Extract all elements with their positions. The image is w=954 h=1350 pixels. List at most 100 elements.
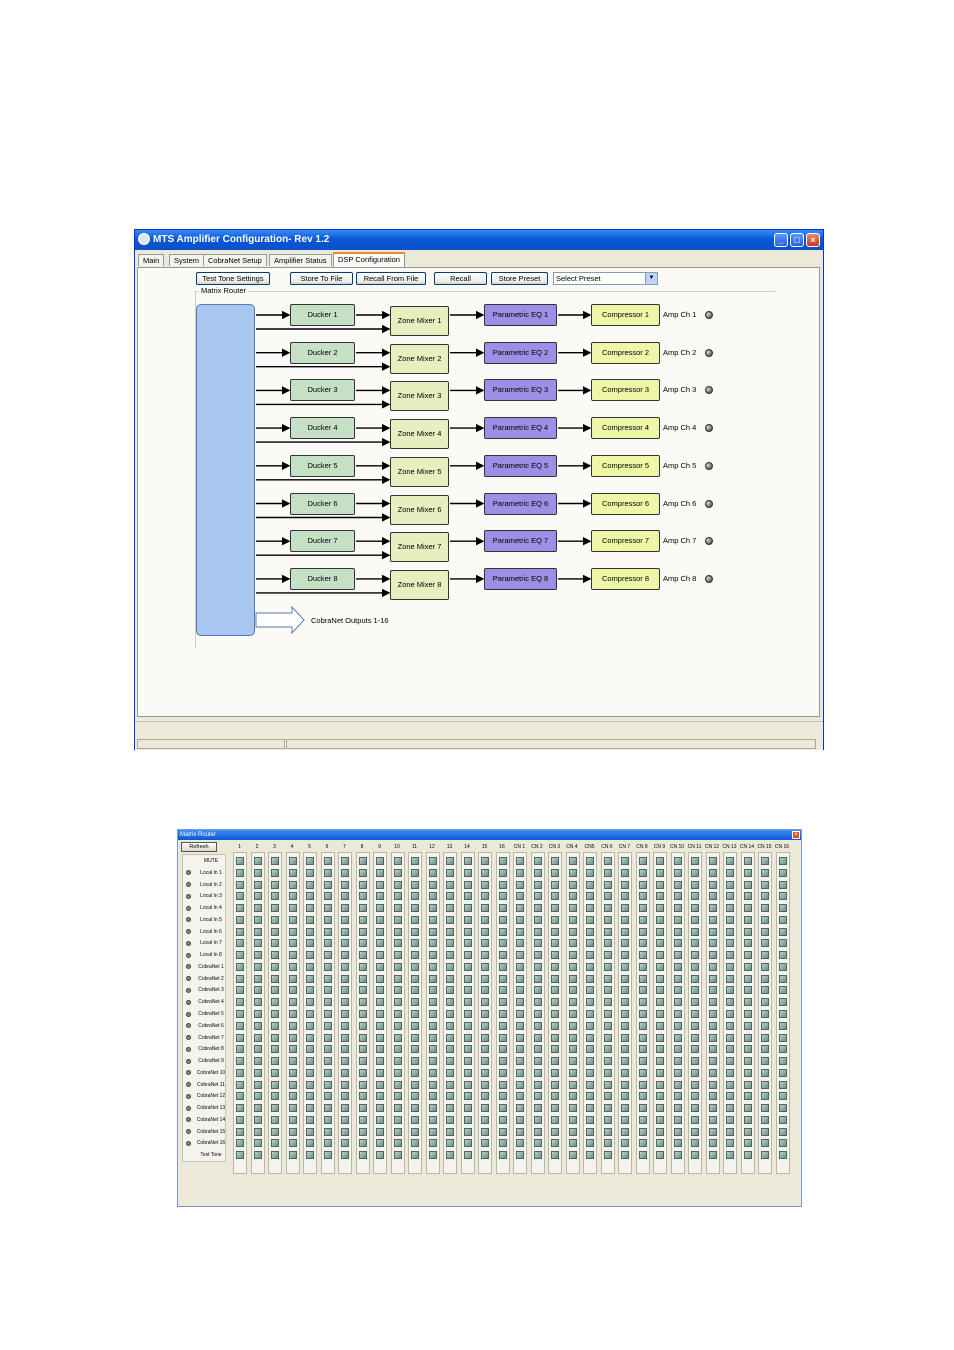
parametric-eq-block[interactable]: Parametric EQ 1 [484, 304, 557, 326]
matrix-crosspoint-button[interactable] [481, 974, 489, 983]
matrix-crosspoint-button[interactable] [586, 904, 594, 913]
matrix-crosspoint-button[interactable] [481, 1021, 489, 1030]
matrix-crosspoint-button[interactable] [481, 1139, 489, 1148]
matrix-crosspoint-button[interactable] [271, 1127, 279, 1136]
matrix-crosspoint-button[interactable] [778, 974, 787, 983]
matrix-crosspoint-button[interactable] [656, 951, 664, 960]
matrix-crosspoint-button[interactable] [376, 880, 384, 889]
matrix-crosspoint-button[interactable] [638, 1115, 647, 1124]
matrix-crosspoint-button[interactable] [358, 904, 367, 913]
matrix-crosspoint-button[interactable] [638, 1045, 647, 1054]
matrix-crosspoint-button[interactable] [393, 1115, 402, 1124]
matrix-crosspoint-button[interactable] [621, 986, 629, 995]
matrix-crosspoint-button[interactable] [516, 1021, 524, 1030]
matrix-crosspoint-button[interactable] [446, 868, 454, 877]
matrix-crosspoint-button[interactable] [551, 1010, 559, 1018]
matrix-crosspoint-button[interactable] [761, 986, 769, 995]
matrix-crosspoint-button[interactable] [236, 1021, 244, 1030]
matrix-crosspoint-button[interactable] [621, 1151, 629, 1160]
matrix-crosspoint-button[interactable] [376, 1068, 384, 1077]
matrix-crosspoint-button[interactable] [726, 892, 734, 901]
matrix-crosspoint-button[interactable] [358, 1045, 367, 1054]
matrix-crosspoint-button[interactable] [463, 1080, 472, 1089]
matrix-crosspoint-button[interactable] [376, 1127, 384, 1136]
matrix-crosspoint-button[interactable] [288, 868, 297, 877]
matrix-crosspoint-button[interactable] [638, 962, 647, 971]
matrix-crosspoint-button[interactable] [743, 1080, 752, 1089]
matrix-crosspoint-button[interactable] [568, 1092, 577, 1101]
matrix-crosspoint-button[interactable] [586, 951, 594, 960]
matrix-crosspoint-button[interactable] [551, 998, 559, 1007]
matrix-crosspoint-button[interactable] [778, 880, 787, 889]
matrix-crosspoint-button[interactable] [533, 915, 542, 924]
matrix-crosspoint-button[interactable] [288, 1021, 297, 1030]
matrix-crosspoint-button[interactable] [393, 1045, 402, 1054]
matrix-crosspoint-button[interactable] [568, 927, 577, 936]
matrix-crosspoint-button[interactable] [376, 1080, 384, 1089]
matrix-crosspoint-button[interactable] [481, 1115, 489, 1124]
matrix-crosspoint-button[interactable] [743, 868, 752, 877]
matrix-crosspoint-button[interactable] [568, 892, 577, 901]
matrix-crosspoint-button[interactable] [271, 1010, 279, 1018]
matrix-crosspoint-button[interactable] [621, 880, 629, 889]
matrix-crosspoint-button[interactable] [761, 1127, 769, 1136]
matrix-crosspoint-button[interactable] [761, 892, 769, 901]
matrix-crosspoint-button[interactable] [428, 1010, 437, 1018]
matrix-crosspoint-button[interactable] [761, 915, 769, 924]
matrix-crosspoint-button[interactable] [306, 1151, 314, 1160]
matrix-crosspoint-button[interactable] [726, 974, 734, 983]
matrix-crosspoint-button[interactable] [253, 1057, 262, 1066]
matrix-crosspoint-button[interactable] [586, 1151, 594, 1160]
matrix-crosspoint-button[interactable] [341, 904, 349, 913]
matrix-crosspoint-button[interactable] [708, 1057, 717, 1066]
matrix-crosspoint-button[interactable] [498, 1092, 507, 1101]
matrix-crosspoint-button[interactable] [306, 1068, 314, 1077]
matrix-crosspoint-button[interactable] [341, 1080, 349, 1089]
matrix-crosspoint-button[interactable] [568, 998, 577, 1007]
matrix-crosspoint-button[interactable] [393, 1010, 402, 1018]
matrix-crosspoint-button[interactable] [603, 1021, 612, 1030]
matrix-crosspoint-button[interactable] [253, 951, 262, 960]
matrix-crosspoint-button[interactable] [463, 951, 472, 960]
matrix-crosspoint-button[interactable] [656, 1127, 664, 1136]
matrix-crosspoint-button[interactable] [656, 1080, 664, 1089]
matrix-crosspoint-button[interactable] [376, 1104, 384, 1113]
matrix-crosspoint-button[interactable] [236, 1104, 244, 1113]
matrix-crosspoint-button[interactable] [761, 939, 769, 948]
matrix-router-block[interactable] [196, 304, 255, 636]
matrix-crosspoint-button[interactable] [271, 1092, 279, 1101]
matrix-crosspoint-button[interactable] [743, 962, 752, 971]
ducker-block[interactable]: Ducker 4 [290, 417, 355, 440]
matrix-crosspoint-button[interactable] [306, 1057, 314, 1066]
matrix-crosspoint-button[interactable] [726, 1033, 734, 1042]
matrix-crosspoint-button[interactable] [533, 857, 542, 865]
matrix-crosspoint-button[interactable] [761, 974, 769, 983]
matrix-crosspoint-button[interactable] [446, 857, 454, 865]
matrix-crosspoint-button[interactable] [621, 951, 629, 960]
matrix-crosspoint-button[interactable] [656, 998, 664, 1007]
matrix-crosspoint-button[interactable] [691, 857, 699, 865]
matrix-crosspoint-button[interactable] [393, 1080, 402, 1089]
matrix-crosspoint-button[interactable] [376, 1057, 384, 1066]
matrix-crosspoint-button[interactable] [446, 892, 454, 901]
matrix-crosspoint-button[interactable] [568, 1045, 577, 1054]
matrix-crosspoint-button[interactable] [708, 1080, 717, 1089]
matrix-crosspoint-button[interactable] [568, 880, 577, 889]
matrix-crosspoint-button[interactable] [656, 1104, 664, 1113]
matrix-crosspoint-button[interactable] [603, 998, 612, 1007]
matrix-crosspoint-button[interactable] [481, 1010, 489, 1018]
matrix-crosspoint-button[interactable] [761, 927, 769, 936]
matrix-crosspoint-button[interactable] [446, 1010, 454, 1018]
matrix-crosspoint-button[interactable] [778, 1139, 787, 1148]
matrix-crosspoint-button[interactable] [393, 986, 402, 995]
matrix-crosspoint-button[interactable] [586, 880, 594, 889]
ducker-block[interactable]: Ducker 6 [290, 492, 355, 515]
matrix-crosspoint-button[interactable] [586, 1092, 594, 1101]
matrix-crosspoint-button[interactable] [446, 1151, 454, 1160]
matrix-crosspoint-button[interactable] [306, 1045, 314, 1054]
matrix-crosspoint-button[interactable] [481, 904, 489, 913]
matrix-crosspoint-button[interactable] [691, 1104, 699, 1113]
matrix-crosspoint-button[interactable] [603, 1104, 612, 1113]
matrix-crosspoint-button[interactable] [586, 1115, 594, 1124]
matrix-crosspoint-button[interactable] [568, 1139, 577, 1148]
